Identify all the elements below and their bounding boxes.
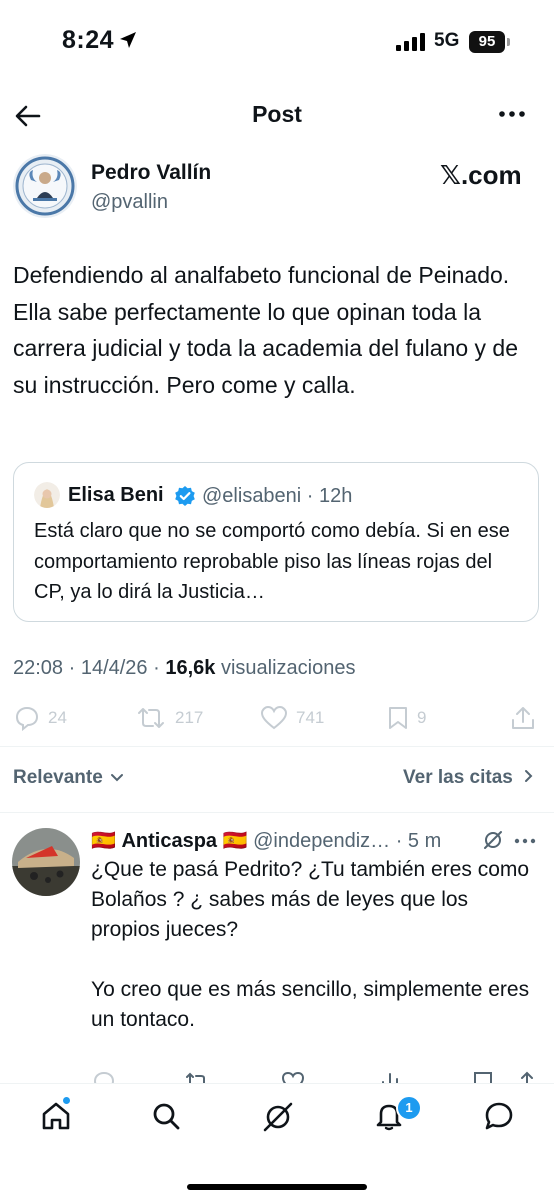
author-avatar-image: [13, 154, 77, 218]
like-button[interactable]: 741: [260, 705, 324, 731]
divider: [0, 746, 554, 747]
home-unread-dot: [63, 1097, 70, 1104]
divider: [0, 812, 554, 813]
reply-more-icon[interactable]: [514, 838, 536, 844]
quoted-author-name: Elisa Beni: [68, 484, 164, 506]
chevron-right-icon: [525, 770, 533, 782]
grok-icon[interactable]: [482, 829, 504, 851]
battery-icon: 95: [469, 31, 505, 53]
author-name[interactable]: Pedro Vallín: [91, 161, 211, 185]
reply-author-avatar[interactable]: [12, 828, 80, 896]
location-arrow-icon: [120, 32, 136, 48]
view-count-label: visualizaciones: [215, 657, 356, 679]
network-type: 5G: [434, 30, 460, 51]
post-timestamp: 22:08 · 14/4/26 ·: [13, 657, 166, 679]
reply-button[interactable]: 24: [14, 705, 67, 731]
search-icon[interactable]: [150, 1100, 182, 1132]
grok-icon[interactable]: [261, 1100, 295, 1134]
reply-count: 24: [48, 708, 67, 727]
share-icon: [512, 707, 534, 729]
author-handle[interactable]: @pvallin: [91, 191, 168, 214]
share-button[interactable]: [510, 705, 536, 731]
view-quotes-link[interactable]: Ver las citas: [403, 767, 534, 789]
sort-dropdown[interactable]: Relevante: [13, 767, 124, 789]
post-actions: 24 217 741 9: [0, 705, 554, 735]
post-text: Defendiendo al analfabeto funcional de P…: [13, 262, 519, 398]
like-count: 741: [296, 708, 325, 727]
repost-button[interactable]: 217: [135, 705, 203, 731]
reply-flag-left: 🇪🇸: [91, 830, 116, 852]
more-options-icon[interactable]: [498, 108, 526, 120]
status-bar: 8:24 5G 95: [0, 0, 554, 84]
chevron-down-icon: [111, 774, 124, 782]
quoted-post-text: Está claro que no se comportó como debía…: [34, 520, 510, 603]
repost-count: 217: [175, 708, 204, 727]
bookmark-count: 9: [417, 708, 427, 727]
page-title: Post: [252, 101, 302, 127]
bookmark-icon: [389, 707, 407, 729]
home-indicator: [187, 1184, 367, 1190]
reply-icon: [15, 706, 39, 731]
bookmark-button[interactable]: 9: [387, 705, 426, 731]
messages-icon[interactable]: [483, 1100, 515, 1132]
view-count: 16,6k: [165, 657, 216, 679]
repost-icon: [138, 708, 164, 728]
reply-author-handle[interactable]: @independiz… · 5 m: [253, 830, 441, 852]
heart-icon: [260, 705, 288, 730]
reply-text: ¿Que te pasá Pedrito? ¿Tu también eres c…: [91, 858, 530, 1031]
signal-icon: [396, 33, 425, 51]
author-avatar[interactable]: [13, 154, 77, 218]
home-icon[interactable]: [40, 1100, 72, 1132]
status-time: 8:24: [62, 26, 115, 54]
reply-avatar-image: [12, 828, 80, 896]
reply-author-name[interactable]: Anticaspa: [121, 830, 217, 852]
reply-flag-right: 🇪🇸: [222, 830, 248, 852]
verified-badge-icon: [175, 486, 195, 506]
quoted-author-avatar: [34, 482, 60, 508]
battery-tip: [507, 38, 510, 46]
notifications-badge: 1: [396, 1095, 422, 1121]
quoted-author-handle: @elisabeni · 12h: [202, 485, 353, 507]
sort-label: Relevante: [13, 767, 103, 788]
view-quotes-label: Ver las citas: [403, 767, 513, 788]
reply-header: 🇪🇸 Anticaspa 🇪🇸 @independiz… · 5 m: [91, 828, 441, 853]
post-meta: 22:08 · 14/4/26 · 16,6k visualizaciones: [13, 657, 355, 680]
source-badge: 𝕏.com: [440, 160, 522, 190]
